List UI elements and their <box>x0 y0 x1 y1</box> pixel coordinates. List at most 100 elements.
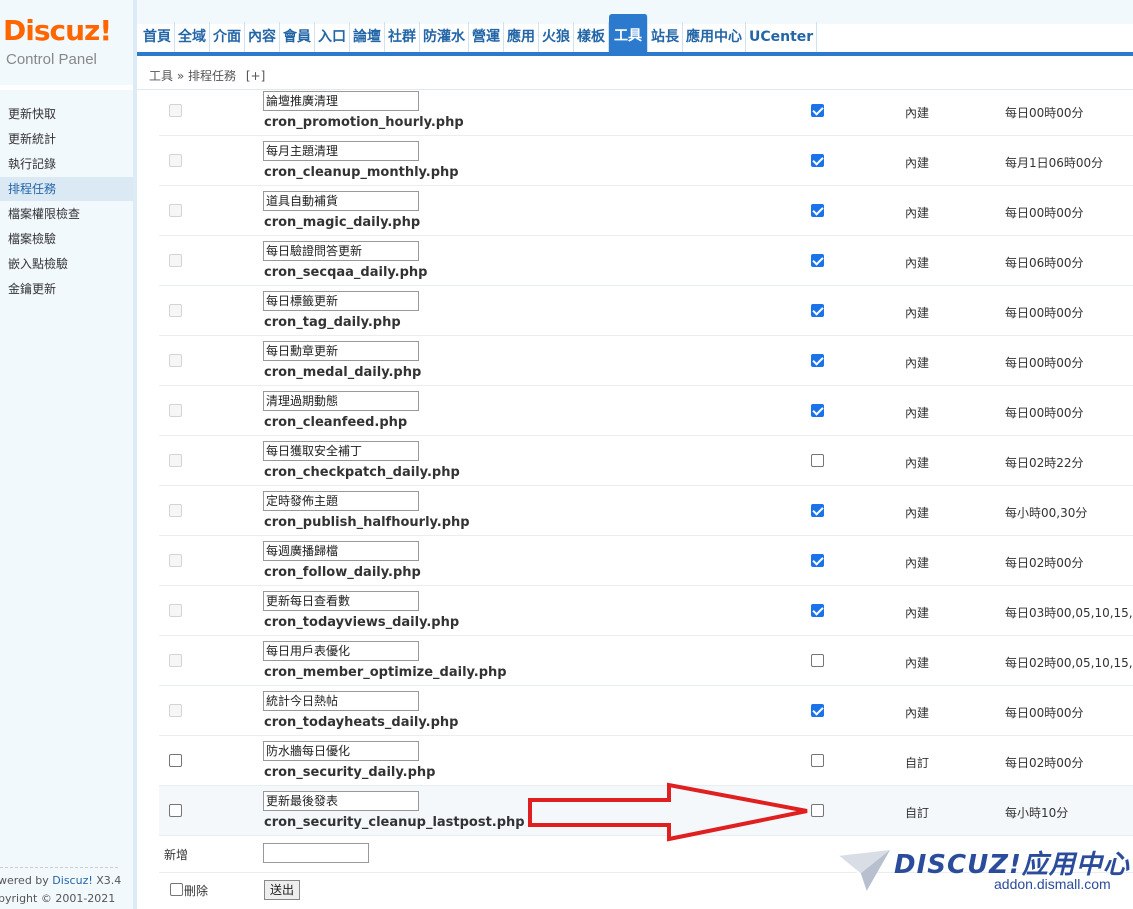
add-cron-input[interactable] <box>263 843 369 863</box>
sidebar-item-3[interactable]: 排程任務 <box>0 177 133 201</box>
table-row: 清理過期動態 cron_cleanfeed.php 內建 每日00時00分 <box>159 386 1133 436</box>
cron-type: 內建 <box>905 706 930 720</box>
cron-name-input[interactable]: 每日獲取安全補丁 <box>263 441 419 461</box>
cron-name-input[interactable]: 清理過期動態 <box>263 391 419 411</box>
cron-time: 每日00時00分 <box>1005 406 1084 420</box>
cron-name-input[interactable]: 更新每日查看數 <box>263 591 419 611</box>
cron-name-input[interactable]: 每週廣播歸檔 <box>263 541 419 561</box>
cron-time: 每日02時00分 <box>1005 556 1084 570</box>
available-checkbox[interactable] <box>811 404 824 417</box>
cron-time: 每日03時00,05,10,15,20 <box>1005 606 1133 620</box>
sidebar-item-4[interactable]: 檔案權限檢查 <box>0 202 133 226</box>
delete-all-checkbox[interactable] <box>170 883 183 896</box>
available-checkbox[interactable] <box>811 504 824 517</box>
sidebar-item-1[interactable]: 更新統計 <box>0 127 133 151</box>
annotation-arrow <box>528 782 808 842</box>
nav-item-16[interactable]: UCenter <box>746 22 818 52</box>
cron-time: 每月1日06時00分 <box>1005 156 1104 170</box>
sidebar-item-6[interactable]: 嵌入點檢驗 <box>0 252 133 276</box>
breadcrumb-section[interactable]: 工具 <box>149 69 173 83</box>
delete-checkbox <box>169 154 182 167</box>
delete-checkbox <box>169 454 182 467</box>
powered-brand-link[interactable]: Discuz! <box>52 874 92 887</box>
cron-name-input[interactable]: 論壇推廣清理 <box>263 91 419 111</box>
nav-item-2[interactable]: 介面 <box>210 22 245 52</box>
cron-name-input[interactable]: 道具自動補貨 <box>263 191 419 211</box>
logo[interactable]: Discuz! Control Panel <box>0 0 133 85</box>
add-shortcut-button[interactable]: [+] <box>246 69 265 83</box>
breadcrumb-bar: 工具 » 排程任務 [+] <box>137 56 1133 90</box>
breadcrumb-page: 排程任務 <box>188 69 237 83</box>
sidebar-item-0[interactable]: 更新快取 <box>0 102 133 126</box>
nav-item-8[interactable]: 防灌水 <box>420 22 469 52</box>
nav-item-12[interactable]: 樣板 <box>574 22 609 52</box>
nav-item-1[interactable]: 全域 <box>175 22 210 52</box>
available-checkbox[interactable] <box>811 454 824 467</box>
available-checkbox[interactable] <box>811 754 824 767</box>
available-checkbox[interactable] <box>811 704 824 717</box>
delete-checkbox[interactable] <box>169 804 182 817</box>
table-row: 防水牆每日優化 cron_security_daily.php 自訂 每日02時00分 <box>159 736 1133 786</box>
available-checkbox[interactable] <box>811 204 824 217</box>
table-row: 每日標籤更新 cron_tag_daily.php 內建 每日00時00分 <box>159 286 1133 336</box>
cron-name-input[interactable]: 每日驗證問答更新 <box>263 241 419 261</box>
cron-name-input[interactable]: 更新最後發表 <box>263 791 419 811</box>
cron-name-input[interactable]: 每日用戶表優化 <box>263 641 419 661</box>
nav-item-11[interactable]: 火狼 <box>539 22 574 52</box>
sidebar-item-7[interactable]: 金鑰更新 <box>0 277 133 301</box>
cron-time: 每日02時22分 <box>1005 456 1084 470</box>
nav-item-7[interactable]: 社群 <box>385 22 420 52</box>
nav-item-3[interactable]: 內容 <box>245 22 280 52</box>
nav-item-5[interactable]: 入口 <box>315 22 350 52</box>
available-checkbox[interactable] <box>811 304 824 317</box>
cron-filename: cron_cleanup_monthly.php <box>264 165 459 180</box>
cron-type: 內建 <box>905 206 930 220</box>
table-row: 更新每日查看數 cron_todayviews_daily.php 內建 每日03時0… <box>159 586 1133 636</box>
table-row: 定時發佈主題 cron_publish_halfhourly.php 內建 每小時00… <box>159 486 1133 536</box>
nav-item-14[interactable]: 站長 <box>648 22 683 52</box>
table-row: 每日勳章更新 cron_medal_daily.php 內建 每日00時00分 <box>159 336 1133 386</box>
cron-filename: cron_secqaa_daily.php <box>264 265 428 280</box>
delete-checkbox[interactable] <box>169 754 182 767</box>
submit-button[interactable]: 送出 <box>264 880 300 900</box>
nav-item-4[interactable]: 會員 <box>280 22 315 52</box>
nav-item-6[interactable]: 論壇 <box>350 22 385 52</box>
nav-item-9[interactable]: 營運 <box>469 22 504 52</box>
cron-name-input[interactable]: 定時發佈主題 <box>263 491 419 511</box>
cron-name-input[interactable]: 統計今日熱帖 <box>263 691 419 711</box>
cron-name-input[interactable]: 防水牆每日優化 <box>263 741 419 761</box>
cron-filename: cron_todayviews_daily.php <box>264 615 460 630</box>
cron-name-input[interactable]: 每日標籤更新 <box>263 291 419 311</box>
cron-type: 內建 <box>905 556 930 570</box>
sidebar-item-2[interactable]: 執行記錄 <box>0 152 133 176</box>
cron-time: 每小時00,30分 <box>1005 506 1088 520</box>
available-checkbox[interactable] <box>811 254 824 267</box>
nav-item-13[interactable]: 工具 <box>609 14 648 52</box>
sidebar-item-5[interactable]: 檔案檢驗 <box>0 227 133 251</box>
delete-checkbox <box>169 204 182 217</box>
nav-item-15[interactable]: 應用中心 <box>683 22 746 52</box>
nav-item-10[interactable]: 應用 <box>504 22 539 52</box>
delete-checkbox <box>169 554 182 567</box>
available-checkbox[interactable] <box>811 154 824 167</box>
nav-item-0[interactable]: 首頁 <box>140 22 175 52</box>
available-checkbox[interactable] <box>811 604 824 617</box>
breadcrumb: 工具 » 排程任務 [+] <box>149 67 265 84</box>
available-checkbox[interactable] <box>811 354 824 367</box>
available-checkbox[interactable] <box>811 804 824 817</box>
cron-filename: cron_tag_daily.php <box>264 315 401 330</box>
cron-name-input[interactable]: 每月主題清理 <box>263 141 419 161</box>
available-checkbox[interactable] <box>811 554 824 567</box>
header: Discuz! Control Panel 首頁 全域 介面 內容 會員 入口 論壇 社群 防灌… <box>0 0 1133 90</box>
cron-time: 每日02時00,05,10,15,20 <box>1005 656 1133 670</box>
available-checkbox[interactable] <box>811 654 824 667</box>
powered-by: wered by Discuz! X3.4 <box>0 874 121 887</box>
cron-type: 內建 <box>905 106 930 120</box>
cron-type: 內建 <box>905 156 930 170</box>
cron-time: 每日02時00分 <box>1005 756 1084 770</box>
cron-filename: cron_publish_halfhourly.php <box>264 515 470 530</box>
cron-type: 內建 <box>905 506 930 520</box>
cron-filename: cron_follow_daily.php <box>264 565 421 580</box>
cron-name-input[interactable]: 每日勳章更新 <box>263 341 419 361</box>
available-checkbox[interactable] <box>811 104 824 117</box>
